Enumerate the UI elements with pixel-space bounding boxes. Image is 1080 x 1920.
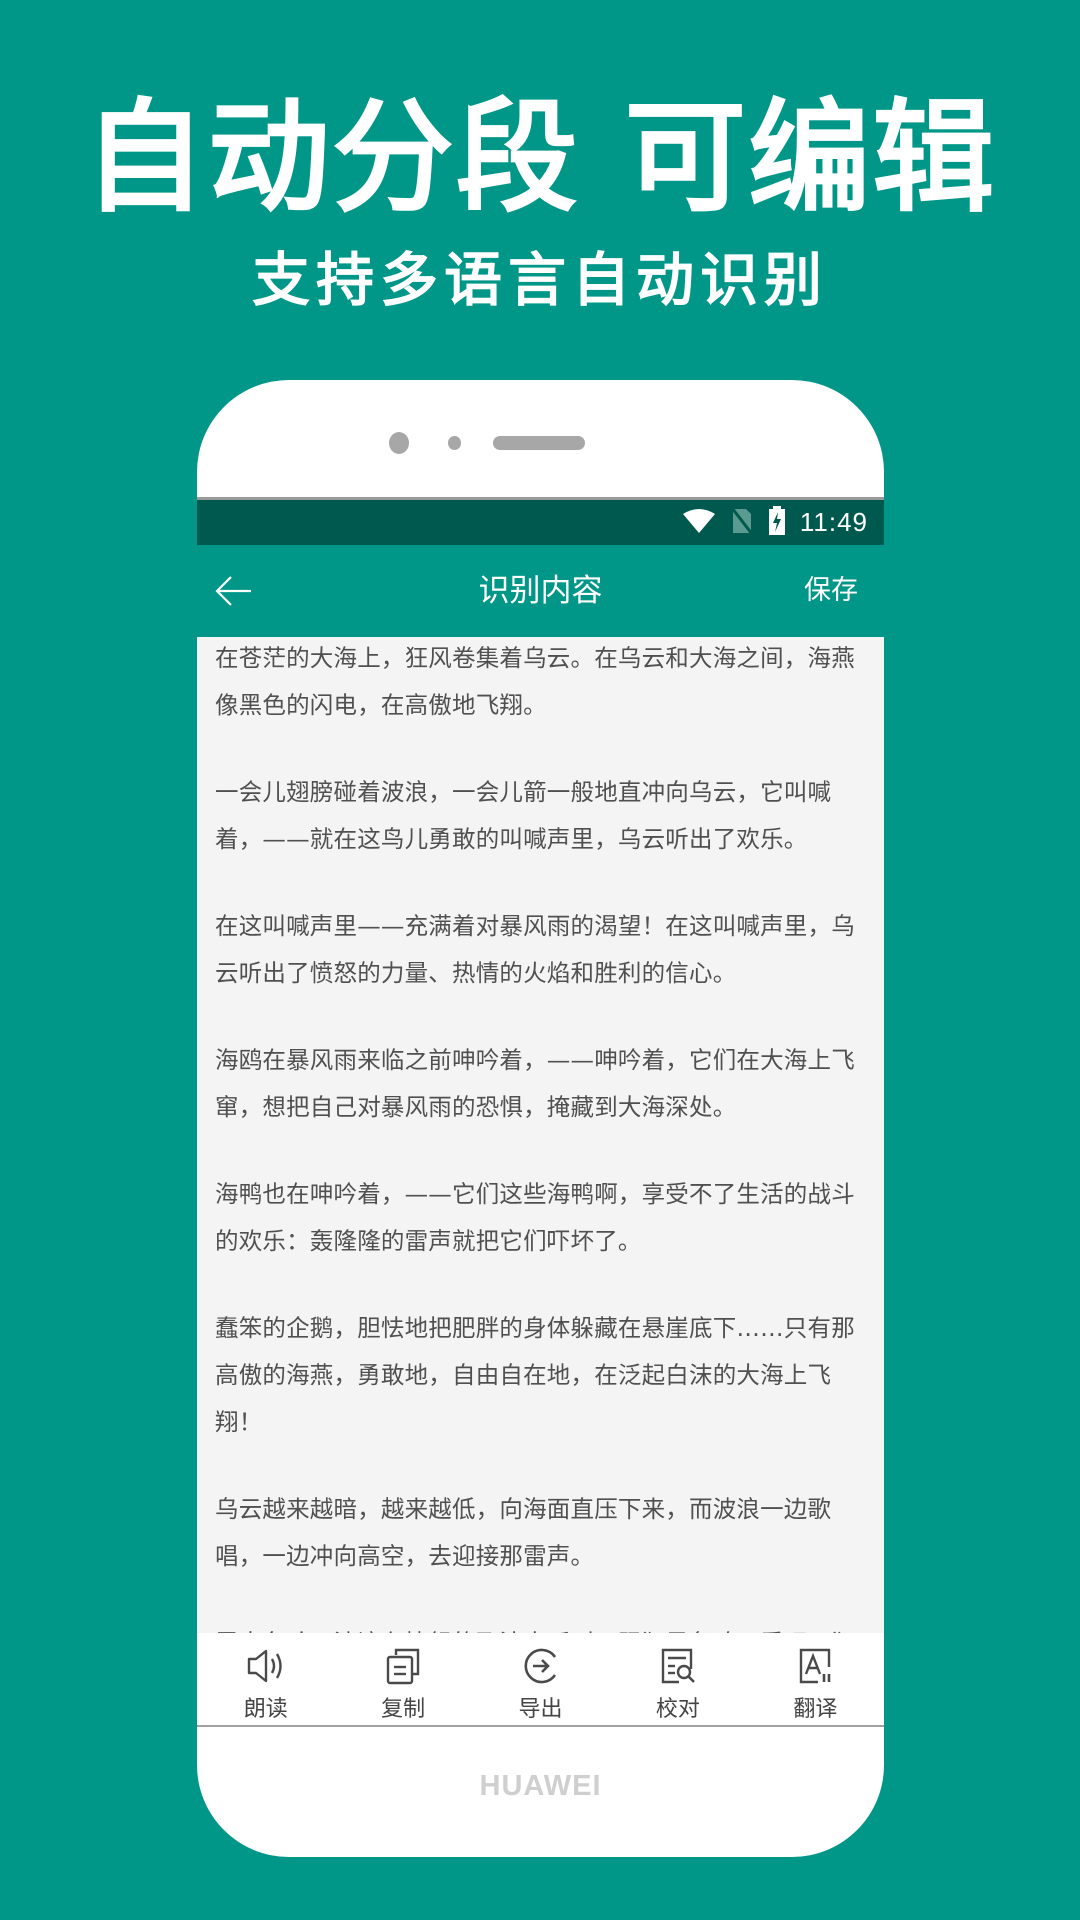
bottom-toolbar: 朗读 复制 导出 校对 翻译 (197, 1633, 884, 1727)
proofread-icon (661, 1648, 695, 1684)
recognized-text-area[interactable]: 在苍茫的大海上，狂风卷集着乌云。在乌云和大海之间，海燕像黑色的闪电，在高傲地飞翔… (197, 637, 884, 1633)
translate-icon (800, 1648, 831, 1684)
promo-title: 自动分段 可编辑 (83, 87, 997, 229)
paragraph[interactable]: 乌云越来越暗，越来越低，向海面直压下来，而波浪一边歌唱，一边冲向高空，去迎接那雷… (215, 1486, 866, 1580)
paragraph[interactable]: 雷声轰响。波浪在愤怒的飞沫中呼叫，跟狂风争鸣。看吧，狂 (215, 1620, 866, 1633)
page-title: 识别内容 (478, 573, 603, 609)
earpiece-speaker-icon (493, 436, 585, 450)
no-sim-icon (730, 506, 754, 539)
paragraph[interactable]: 海鸥在暴风雨来临之前呻吟着，——呻吟着，它们在大海上飞窜，想把自己对暴风雨的恐惧… (215, 1037, 866, 1131)
brand-logo: HUAWEI (479, 1770, 602, 1802)
paragraph[interactable]: 蠢笨的企鹅，胆怯地把肥胖的身体躲藏在悬崖底下……只有那高傲的海燕，勇敢地，自由自… (215, 1305, 866, 1446)
translate-button[interactable]: 翻译 (747, 1633, 884, 1725)
status-bar: 11:49 (197, 500, 884, 545)
app-bar: 识别内容 保存 (197, 545, 884, 637)
phone-screen: 11:49 识别内容 保存 在苍茫的大海上，狂风卷集着乌云。在乌云和大海之间，海… (197, 497, 884, 1727)
tool-label: 复制 (381, 1697, 426, 1722)
tool-label: 朗读 (243, 1697, 288, 1722)
paragraph[interactable]: 在这叫喊声里——充满着对暴风雨的渴望！在这叫喊声里，乌云听出了愤怒的力量、热情的… (215, 903, 866, 997)
read-aloud-button[interactable]: 朗读 (197, 1633, 334, 1725)
export-icon (524, 1648, 556, 1684)
paragraph[interactable]: 海鸭也在呻吟着，——它们这些海鸭啊，享受不了生活的战斗的欢乐：轰隆隆的雷声就把它… (215, 1171, 866, 1265)
wifi-icon (682, 508, 716, 538)
status-time: 11:49 (799, 507, 868, 537)
tool-label: 校对 (655, 1697, 700, 1722)
phone-frame: 11:49 识别内容 保存 在苍茫的大海上，狂风卷集着乌云。在乌云和大海之间，海… (197, 380, 884, 1857)
copy-button[interactable]: 复制 (334, 1633, 471, 1725)
battery-charging-icon (768, 505, 786, 540)
promo-subtitle: 支持多语言自动识别 (251, 246, 828, 314)
copy-icon (386, 1648, 420, 1685)
speaker-icon (247, 1649, 282, 1683)
paragraph[interactable]: 一会儿翅膀碰着波浪，一会儿箭一般地直冲向乌云，它叫喊着，——就在这鸟儿勇敢的叫喊… (215, 769, 866, 863)
front-camera-icon (389, 432, 409, 454)
phone-top-bezel (197, 380, 884, 497)
proofread-button[interactable]: 校对 (609, 1633, 746, 1725)
tool-label: 翻译 (793, 1697, 838, 1722)
sensor-icon (448, 436, 461, 450)
paragraph[interactable]: 在苍茫的大海上，狂风卷集着乌云。在乌云和大海之间，海燕像黑色的闪电，在高傲地飞翔… (215, 637, 866, 729)
tool-label: 导出 (518, 1697, 563, 1722)
save-button[interactable]: 保存 (804, 545, 858, 637)
export-button[interactable]: 导出 (472, 1633, 609, 1725)
